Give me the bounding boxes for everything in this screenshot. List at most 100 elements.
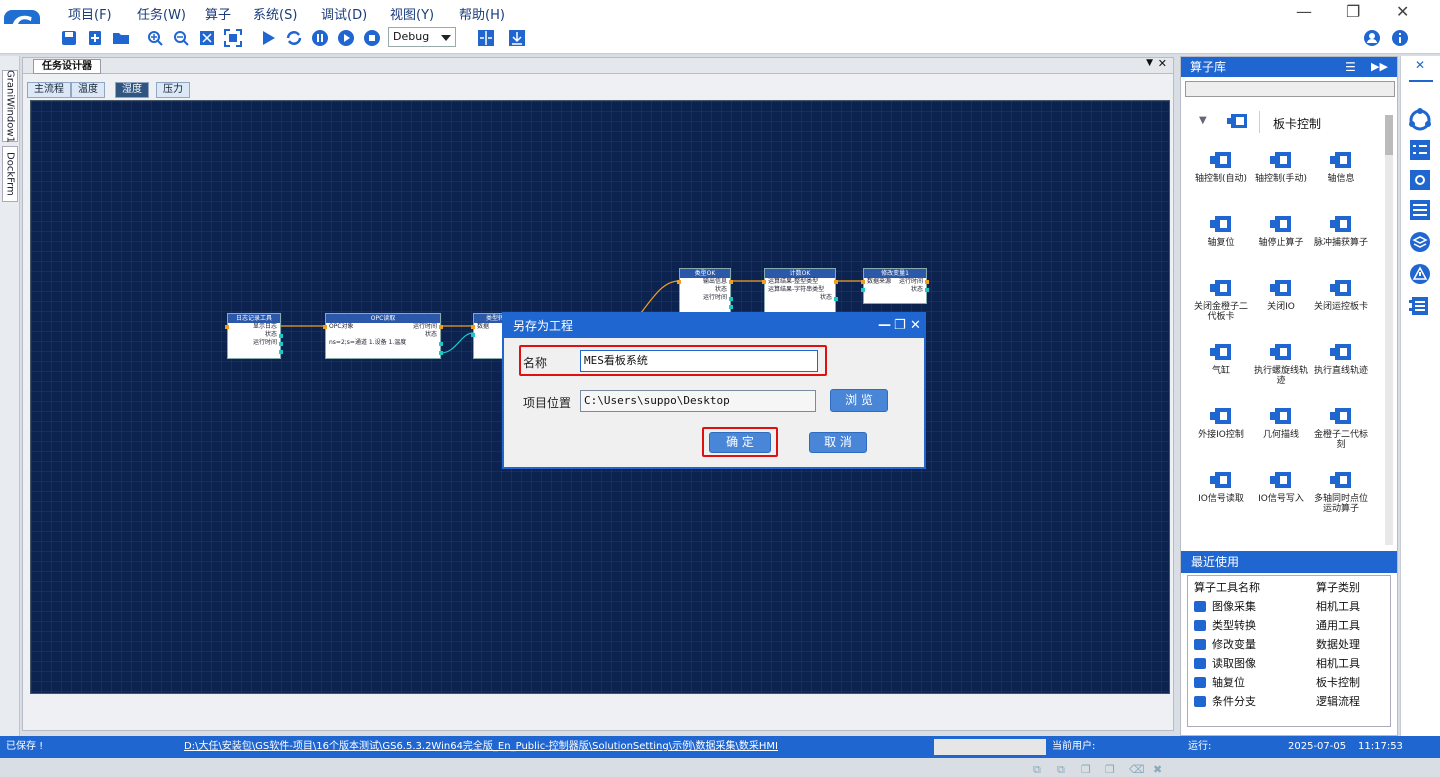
new-icon[interactable] — [85, 28, 105, 48]
library-search-input[interactable] — [1185, 81, 1395, 97]
step-icon[interactable] — [336, 28, 356, 48]
library-item[interactable]: 外接IO控制 — [1191, 405, 1251, 440]
delete-icon[interactable]: ⌫ — [1129, 763, 1145, 776]
menu-icon[interactable]: ☰ — [1345, 57, 1356, 77]
menu-task[interactable]: 任务(W) — [137, 4, 186, 23]
node-port[interactable] — [834, 280, 838, 284]
user-icon[interactable] — [1362, 28, 1382, 48]
recent-row[interactable]: 图像采集 相机工具 — [1188, 597, 1388, 616]
split-icon[interactable] — [476, 28, 496, 48]
cancel-button[interactable]: 取 消 — [809, 432, 867, 453]
node-port[interactable] — [834, 297, 838, 301]
zoom-in-icon[interactable] — [145, 28, 165, 48]
save-icon[interactable] — [59, 28, 79, 48]
clear-icon[interactable]: ✖ — [1153, 763, 1162, 776]
node-port[interactable] — [439, 351, 443, 355]
library-item[interactable]: 轴控制(手动) — [1251, 149, 1311, 184]
layers-icon[interactable]: ❐ — [1105, 763, 1115, 776]
minimize-icon[interactable]: — — [878, 314, 891, 338]
paste-icon[interactable]: ⧉ — [1057, 763, 1065, 777]
node-port[interactable] — [677, 280, 681, 284]
project-name-input[interactable]: MES看板系统 — [580, 350, 818, 372]
collapse-icon[interactable]: ▼ — [1199, 115, 1207, 126]
library-item[interactable]: 关闭金橙子二代板卡 — [1191, 277, 1251, 322]
recent-row[interactable]: 条件分支 逻辑流程 — [1188, 692, 1388, 711]
node-port[interactable] — [729, 280, 733, 284]
node-count-ok[interactable]: 计数OK 运算结果-整型类型 运算结果-字符串类型 状态 — [762, 268, 838, 314]
subtab-main-flow[interactable]: 主流程 — [27, 82, 71, 98]
tab-grani-window[interactable]: GraniWindow1 — [2, 70, 18, 142]
library-item[interactable]: 脉冲捕获算子 — [1311, 213, 1371, 248]
library-item[interactable]: IO信号读取 — [1191, 469, 1251, 504]
menu-system[interactable]: 系统(S) — [253, 4, 297, 23]
solution-path[interactable]: D:\大任\安装包\GS软件-项目\16个版本测试\GS6.5.3.2Win64… — [184, 736, 778, 758]
menu-help[interactable]: 帮助(H) — [459, 4, 505, 23]
library-item[interactable]: 气缸 — [1191, 341, 1251, 376]
subtab-humidity[interactable]: 湿度 — [115, 82, 149, 98]
node-port[interactable] — [279, 342, 283, 346]
fit-icon[interactable] — [197, 28, 217, 48]
library-item[interactable]: 多轴同时点位运动算子 — [1311, 469, 1371, 514]
copy-icon[interactable]: ⧉ — [1033, 763, 1041, 777]
info-icon[interactable] — [1390, 28, 1410, 48]
menu-view[interactable]: 视图(Y) — [390, 4, 434, 23]
library-item[interactable]: 金橙子二代标刻 — [1311, 405, 1371, 450]
tab-dock-frm[interactable]: DockFrm — [2, 146, 18, 202]
stack-icon[interactable] — [1408, 294, 1432, 318]
node-port[interactable] — [762, 280, 766, 284]
settings-icon[interactable] — [1408, 168, 1432, 192]
pause-icon[interactable] — [310, 28, 330, 48]
run-icon[interactable] — [258, 28, 278, 48]
recent-row[interactable]: 轴复位 板卡控制 — [1188, 673, 1388, 692]
loop-run-icon[interactable] — [284, 28, 304, 48]
node-port[interactable] — [439, 342, 443, 346]
close-icon[interactable]: ✕ — [910, 314, 921, 338]
scroll-thumb[interactable] — [1385, 115, 1393, 155]
close-tab-icon[interactable]: ✕ — [1158, 57, 1167, 70]
node-port[interactable] — [279, 350, 283, 354]
node-type-ok[interactable]: 类型OK 输出信息 状态 运行时间 — [677, 268, 733, 314]
browse-button[interactable]: 浏 览 — [830, 389, 888, 412]
node-port[interactable] — [439, 325, 443, 329]
node-port[interactable] — [729, 297, 733, 301]
close-icon[interactable]: ✕ — [1415, 58, 1425, 72]
node-port[interactable] — [925, 288, 929, 292]
minimize-icon[interactable]: — — [1296, 2, 1312, 21]
double-arrow-icon[interactable]: ▶▶ — [1371, 57, 1388, 77]
warning-icon[interactable] — [1408, 262, 1432, 286]
flow-icon[interactable] — [1408, 108, 1432, 132]
library-item[interactable]: 关闭运控板卡 — [1311, 277, 1371, 312]
list-icon[interactable] — [1408, 198, 1432, 222]
category-header[interactable]: ▼ 板卡控制 — [1187, 109, 1387, 137]
zoom-out-icon[interactable] — [171, 28, 191, 48]
restore-icon[interactable]: ❐ — [894, 314, 906, 338]
recent-row[interactable]: 读取图像 相机工具 — [1188, 654, 1388, 673]
subtab-temperature[interactable]: 温度 — [71, 82, 105, 98]
node-port[interactable] — [323, 325, 327, 329]
node-log-tool[interactable]: 日志记录工具 显示日志 状态 运行时间 — [225, 313, 283, 359]
node-port[interactable] — [225, 325, 229, 329]
node-port[interactable] — [279, 334, 283, 338]
project-location-input[interactable]: C:\Users\suppo\Desktop — [580, 390, 816, 412]
node-port[interactable] — [471, 325, 475, 329]
menu-operator[interactable]: 算子 — [205, 4, 231, 23]
library-item[interactable]: IO信号写入 — [1251, 469, 1311, 504]
library-item[interactable]: 轴停止算子 — [1251, 213, 1311, 248]
library-item[interactable]: 轴控制(自动) — [1191, 149, 1251, 184]
library-scrollbar[interactable] — [1385, 115, 1393, 545]
download-icon[interactable] — [507, 28, 527, 48]
recent-row[interactable]: 修改变量 数据处理 — [1188, 635, 1388, 654]
ok-button[interactable]: 确 定 — [709, 432, 771, 453]
tab-task-designer[interactable]: 任务设计器 — [33, 59, 101, 74]
library-item[interactable]: 轴复位 — [1191, 213, 1251, 248]
library-item[interactable]: 执行直线轨迹 — [1311, 341, 1371, 376]
node-modify-var[interactable]: 修改变量1 数据来源 运行时间 状态 — [861, 268, 929, 304]
node-port[interactable] — [861, 280, 865, 284]
subtab-pressure[interactable]: 压力 — [156, 82, 190, 98]
menu-debug[interactable]: 调试(D) — [321, 4, 367, 23]
node-port[interactable] — [471, 333, 475, 337]
stop-icon[interactable] — [362, 28, 382, 48]
library-item[interactable]: 执行螺旋线轨迹 — [1251, 341, 1311, 386]
close-icon[interactable]: ✕ — [1396, 2, 1409, 21]
library-item[interactable]: 几何描线 — [1251, 405, 1311, 440]
